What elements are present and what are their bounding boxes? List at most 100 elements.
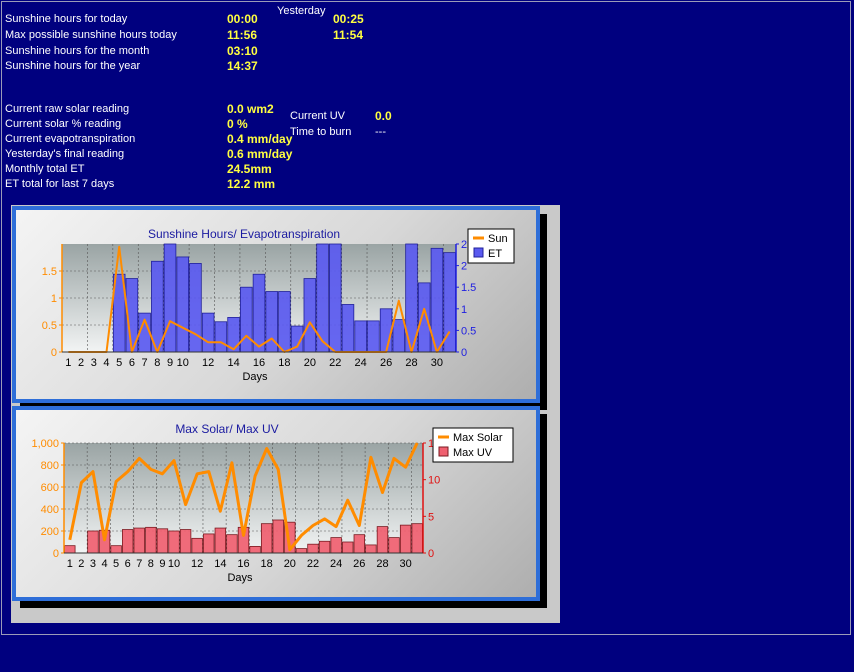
right-tick-label: 0 [461, 347, 467, 359]
x-tick-label: 5 [116, 357, 122, 369]
sunshine-yesterday-value: 00:25 [333, 12, 364, 26]
x-tick-label: 16 [237, 558, 249, 570]
right-tick-label: 5 [428, 511, 434, 523]
yesterday-et-label: Yesterday's final reading [5, 148, 125, 160]
x-axis-label: Days [227, 572, 253, 584]
bar [376, 526, 389, 554]
bar [87, 530, 99, 554]
right-tick-label: 0.5 [461, 325, 476, 337]
x-tick-label: 20 [304, 357, 316, 369]
bar [379, 308, 393, 353]
current-uv-label: Current UV [290, 110, 346, 122]
bar [342, 541, 354, 554]
bar [122, 529, 134, 554]
solar-percent-value: 0 % [227, 117, 248, 131]
x-tick-label: 14 [227, 357, 239, 369]
x-tick-label: 20 [284, 558, 296, 570]
bar [249, 545, 261, 554]
x-tick-label: 3 [91, 357, 97, 369]
x-tick-label: 24 [355, 357, 367, 369]
x-tick-label: 16 [253, 357, 265, 369]
left-tick-label: 0 [51, 347, 57, 359]
max-sunshine-value: 11:56 [227, 28, 258, 42]
x-tick-label: 28 [376, 558, 388, 570]
x-tick-label: 30 [431, 357, 443, 369]
bar [354, 320, 367, 353]
x-tick-label: 18 [278, 357, 290, 369]
bar [176, 256, 189, 353]
x-tick-label: 22 [307, 558, 319, 570]
yesterday-header: Yesterday [277, 5, 326, 17]
bar [240, 286, 253, 353]
bar [399, 524, 412, 554]
bar [365, 544, 377, 554]
bar [260, 523, 273, 554]
chart2-shadow-right [539, 414, 547, 608]
bar [295, 548, 308, 554]
time-to-burn-label: Time to burn [290, 126, 352, 138]
bar [163, 243, 177, 353]
bar [329, 243, 342, 353]
bar [151, 260, 164, 353]
x-tick-label: 8 [148, 558, 154, 570]
current-et-label: Current evapotranspiration [5, 133, 136, 145]
x-tick-label: 9 [167, 357, 173, 369]
solar-uv-chart-svg: Max Solar/ Max UV 0 200 400 600 800 1,000 0 5 10 1… [31, 422, 514, 584]
x-tick-label: 10 [168, 558, 180, 570]
x-tick-label: 6 [125, 558, 131, 570]
x-tick-label: 6 [129, 357, 135, 369]
raw-solar-label: Current raw solar reading [5, 103, 130, 115]
x-tick-label: 1 [67, 558, 73, 570]
x-tick-label: 3 [90, 558, 96, 570]
x-tick-label: 18 [261, 558, 273, 570]
bar [411, 523, 423, 554]
current-et-value: 0.4 mm/day [227, 132, 293, 146]
bar [330, 537, 342, 554]
monthly-et-label: Monthly total ET [5, 163, 85, 175]
left-tick-label: 0.5 [42, 320, 57, 332]
x-tick-label: 10 [177, 357, 189, 369]
bar [145, 526, 157, 554]
monthly-et-value: 24.5mm [227, 162, 272, 176]
sunshine-today-value: 00:00 [227, 12, 258, 26]
legend-bar-swatch [473, 247, 484, 258]
x-tick-label: 4 [103, 357, 109, 369]
bar [353, 534, 365, 554]
bar [168, 530, 180, 554]
x-tick-label: 2 [78, 558, 84, 570]
bar [110, 545, 122, 554]
solar-uv-chart: Max Solar/ Max UV 0 200 400 600 800 1,000 0 5 10 1… [12, 406, 540, 601]
bar [367, 320, 380, 353]
x-tick-label: 8 [154, 357, 160, 369]
x-tick-label: 24 [330, 558, 342, 570]
bar [189, 263, 202, 353]
bar [133, 527, 145, 554]
x-tick-label: 28 [405, 357, 417, 369]
left-tick-label: 1,000 [31, 438, 59, 450]
sunshine-et-chart: Sunshine Hours/ Evapotranspiration 0 0.5 1 1… [12, 206, 540, 403]
chart-title: Max Solar/ Max UV [175, 422, 278, 436]
x-tick-label: 9 [159, 558, 165, 570]
bar [156, 528, 169, 554]
legend-label: Sun [488, 233, 508, 245]
sunshine-year-label: Sunshine hours for the year [5, 60, 141, 72]
bar [191, 537, 203, 554]
right-tick-label: 2 [461, 261, 467, 273]
sunshine-month-label: Sunshine hours for the month [5, 45, 150, 57]
bar [179, 529, 192, 554]
x-tick-label: 7 [136, 558, 142, 570]
right-tick-label: 1.5 [461, 282, 476, 294]
bar [307, 543, 319, 554]
sunshine-year-value: 14:37 [227, 59, 258, 73]
x-tick-label: 26 [380, 357, 392, 369]
time-to-burn-value: --- [375, 126, 386, 138]
bar [201, 312, 215, 353]
bar [203, 533, 215, 554]
left-tick-label: 400 [41, 504, 59, 516]
left-tick-label: 800 [41, 460, 59, 472]
legend-label: ET [488, 248, 502, 260]
x-tick-label: 22 [329, 357, 341, 369]
right-tick-label: 10 [428, 475, 440, 487]
legend-bar-swatch [438, 446, 449, 457]
current-uv-value: 0.0 [375, 109, 392, 123]
